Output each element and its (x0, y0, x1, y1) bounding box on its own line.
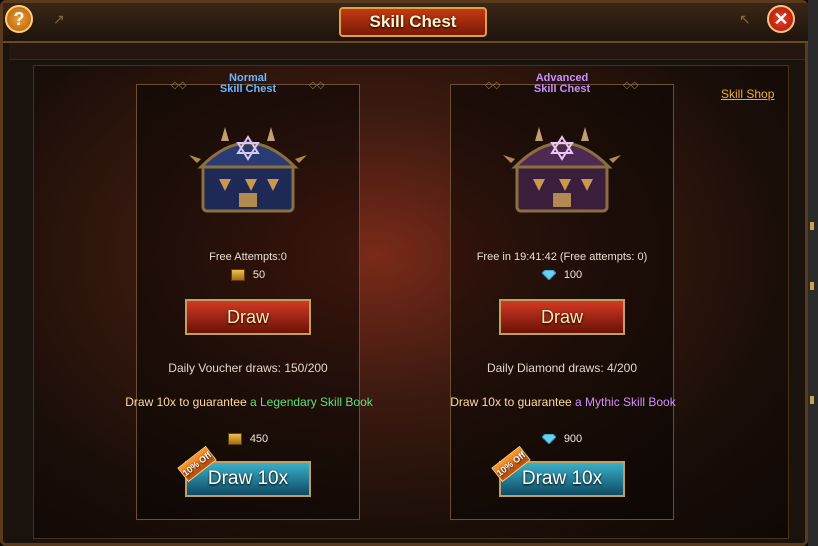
draw-button[interactable]: Draw (185, 299, 311, 335)
guarantee-text: Draw 10x to guarantee a Legendary Skill … (119, 395, 379, 409)
free-timer-text: Free in 19:41:42 (Free attempts: 0) (476, 251, 648, 263)
draw-button[interactable]: Draw (499, 299, 625, 335)
daily-draws-text: Daily Diamond draws: 4/200 (486, 361, 638, 375)
voucher-icon (227, 433, 242, 445)
title-plate: Skill Chest (339, 7, 487, 37)
close-button[interactable]: ✕ (767, 5, 795, 33)
draw10-cost-value: 450 (249, 433, 269, 445)
skill-shop-link[interactable]: Skill Shop (721, 87, 774, 101)
side-marker (810, 222, 814, 230)
normal-chest-icon (189, 127, 307, 213)
daily-draws-text: Daily Voucher draws: 150/200 (168, 361, 328, 375)
draw-cost: 50 (137, 269, 359, 281)
guarantee-prefix: Draw 10x to guarantee (125, 395, 247, 409)
draw-10x-label: Draw 10x (521, 468, 603, 489)
advanced-chest-icon (503, 127, 621, 213)
side-marker (810, 396, 814, 404)
draw-cost-value: 50 (252, 269, 266, 281)
side-strip (808, 0, 818, 546)
guarantee-text: Draw 10x to guarantee a Mythic Skill Boo… (433, 395, 693, 409)
draw10-cost-value: 900 (563, 433, 583, 445)
panel-title: Normal Skill Chest (137, 73, 359, 95)
normal-chest-panel: ◇◇ ◇◇ Normal Skill Chest Free Attempts:0… (125, 73, 373, 520)
advanced-chest-panel: ◇◇ ◇◇ Advanced Skill Chest Free in 19:41… (450, 73, 676, 520)
panel-title-line2: Skill Chest (219, 83, 277, 95)
voucher-icon (230, 269, 245, 281)
panel-title-line2: Skill Chest (533, 83, 591, 95)
diamond-icon (541, 434, 556, 444)
skill-chest-window: ? ↗ Skill Chest ↖ ✕ (0, 0, 811, 546)
window-title: Skill Chest (369, 12, 457, 31)
draw-cost: 100 (451, 269, 673, 281)
side-marker (810, 282, 814, 290)
guarantee-item: a Mythic Skill Book (575, 395, 676, 409)
draw10-cost: 450 (137, 433, 359, 445)
panel-title: Advanced Skill Chest (451, 73, 673, 95)
help-button[interactable]: ? (5, 5, 33, 33)
draw-10x-button[interactable]: 10% Off Draw 10x (491, 445, 625, 497)
sub-bar (9, 43, 805, 60)
draw10-cost: 900 (451, 433, 673, 445)
title-bar: ? ↗ Skill Chest ↖ ✕ (3, 3, 811, 43)
guarantee-item: a Legendary Skill Book (250, 395, 373, 409)
arrow-ornament-icon: ↖ (739, 11, 751, 27)
draw-cost-value: 100 (563, 269, 583, 281)
diamond-icon (541, 270, 556, 280)
free-attempts-text: Free Attempts:0 (209, 251, 287, 263)
arrow-ornament-icon: ↗ (53, 11, 65, 27)
draw-10x-button[interactable]: 10% Off Draw 10x (177, 445, 311, 497)
guarantee-prefix: Draw 10x to guarantee (450, 395, 572, 409)
draw-10x-label: Draw 10x (207, 468, 289, 489)
